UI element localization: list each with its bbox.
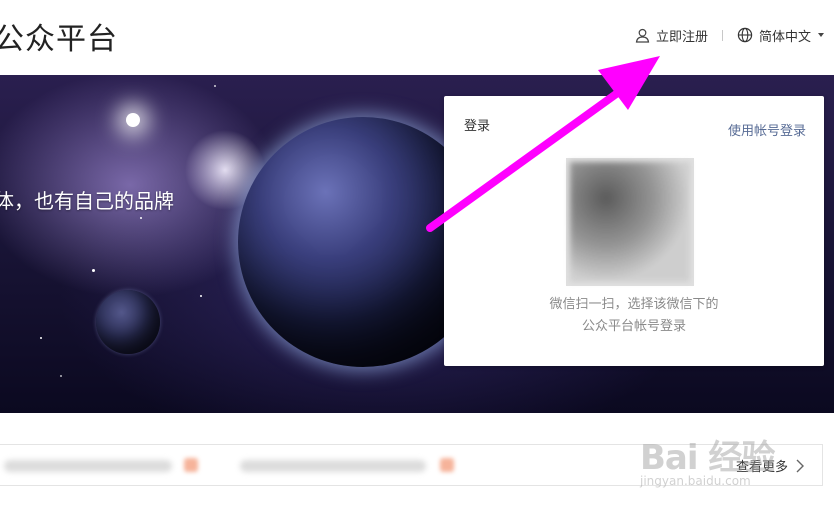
star [126, 113, 140, 127]
login-title: 登录 [464, 119, 491, 134]
globe-icon [737, 27, 753, 43]
account-login-link[interactable]: 使用帐号登录 [728, 120, 806, 139]
nav-divider [721, 29, 723, 41]
watermark-logo: Bai 经验 [640, 438, 775, 478]
qr-hint-line2: 公众平台帐号登录 [581, 319, 686, 334]
star [200, 295, 202, 297]
notice-item-blurred[interactable] [240, 460, 426, 472]
star [40, 337, 42, 339]
qr-hint-line1: 微信扫一扫，选择该微信下的 [549, 297, 719, 312]
register-label: 立即注册 [655, 29, 708, 45]
language-label: 简体中文 [758, 29, 811, 45]
moon-image [96, 290, 160, 354]
star [92, 269, 95, 272]
language-select[interactable]: 简体中文 [737, 26, 824, 45]
new-badge [184, 458, 198, 472]
new-badge [440, 458, 454, 472]
star [60, 375, 62, 377]
site-title[interactable]: 公众平台 [0, 14, 118, 58]
banner-slogan: 体，也有自己的品牌 [0, 189, 174, 213]
user-icon [635, 28, 650, 43]
login-panel: 登录 使用帐号登录 微信扫一扫，选择该微信下的 公众平台帐号登录 [444, 96, 824, 366]
star [140, 217, 142, 219]
star [214, 85, 216, 87]
caret-down-icon [818, 33, 824, 37]
header-nav: 立即注册 简体中文 [635, 24, 824, 46]
register-link[interactable]: 立即注册 [635, 26, 708, 45]
qr-code-image [570, 162, 690, 282]
top-header: 公众平台 立即注册 简体中文 [0, 0, 834, 74]
baidu-watermark: Bai 经验 jingyan.baidu.com [640, 430, 830, 500]
notice-item-blurred[interactable] [4, 460, 172, 472]
qr-hint: 微信扫一扫，选择该微信下的 公众平台帐号登录 [444, 294, 824, 338]
watermark-url: jingyan.baidu.com [640, 474, 751, 488]
